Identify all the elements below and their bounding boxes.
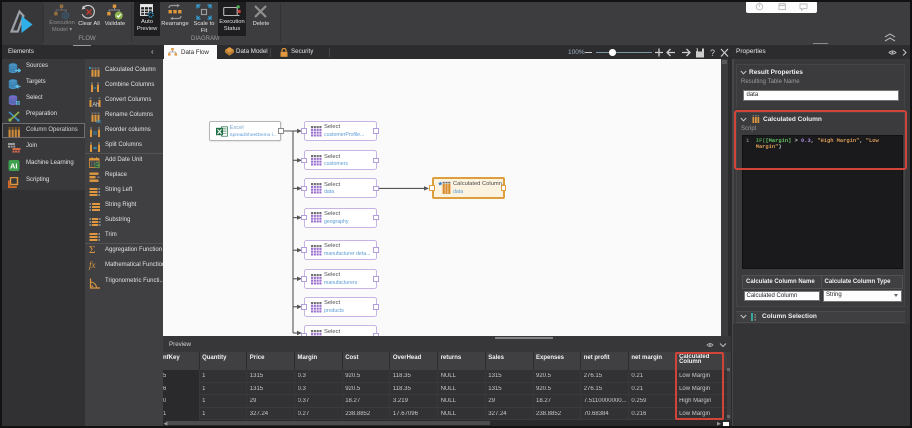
svg-text:AI: AI	[10, 161, 18, 170]
svg-text:ab: ab	[96, 119, 101, 123]
svg-text:?: ?	[710, 48, 715, 58]
svg-text:h: h	[96, 102, 99, 108]
